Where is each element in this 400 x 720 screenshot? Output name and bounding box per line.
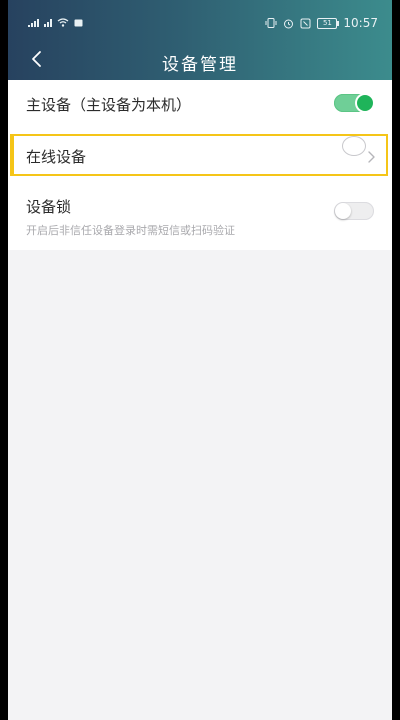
signal-2-icon xyxy=(44,18,52,27)
nfc-icon xyxy=(300,18,311,28)
online-devices-label: 在线设备 xyxy=(26,148,87,166)
phone-screen: 51 10:57 设备管理 主设备（主设备为本机） 在线设备 设备锁 开启后非信… xyxy=(8,0,392,720)
signal-icon xyxy=(28,18,39,27)
status-left xyxy=(28,18,83,27)
toggle-knob xyxy=(335,203,351,219)
status-bar: 51 10:57 xyxy=(8,0,392,32)
vibrate-icon xyxy=(265,18,277,28)
device-lock-toggle[interactable] xyxy=(334,202,374,220)
app-header: 51 10:57 设备管理 xyxy=(8,0,392,80)
touch-indicator xyxy=(342,136,366,156)
device-lock-label: 设备锁 xyxy=(26,198,72,216)
status-right: 51 10:57 xyxy=(265,16,378,30)
status-time: 10:57 xyxy=(343,16,378,30)
wifi-icon xyxy=(57,18,69,27)
online-devices-row[interactable]: 在线设备 xyxy=(8,136,392,176)
settings-card: 主设备（主设备为本机） 在线设备 设备锁 开启后非信任设备登录时需短信或扫码验证 xyxy=(8,80,392,250)
chevron-right-icon xyxy=(368,151,375,163)
toggle-knob xyxy=(357,95,373,111)
notification-icon xyxy=(74,19,83,26)
main-device-row: 主设备（主设备为本机） xyxy=(8,80,392,132)
battery-icon: 51 xyxy=(317,17,340,29)
device-lock-row: 设备锁 开启后非信任设备登录时需短信或扫码验证 xyxy=(8,186,392,246)
page-title: 设备管理 xyxy=(162,55,238,75)
main-device-label: 主设备（主设备为本机） xyxy=(26,96,192,114)
nav-bar: 设备管理 xyxy=(8,44,392,76)
device-lock-description: 开启后非信任设备登录时需短信或扫码验证 xyxy=(26,224,235,237)
alarm-icon xyxy=(284,19,294,28)
main-device-toggle[interactable] xyxy=(334,94,374,112)
